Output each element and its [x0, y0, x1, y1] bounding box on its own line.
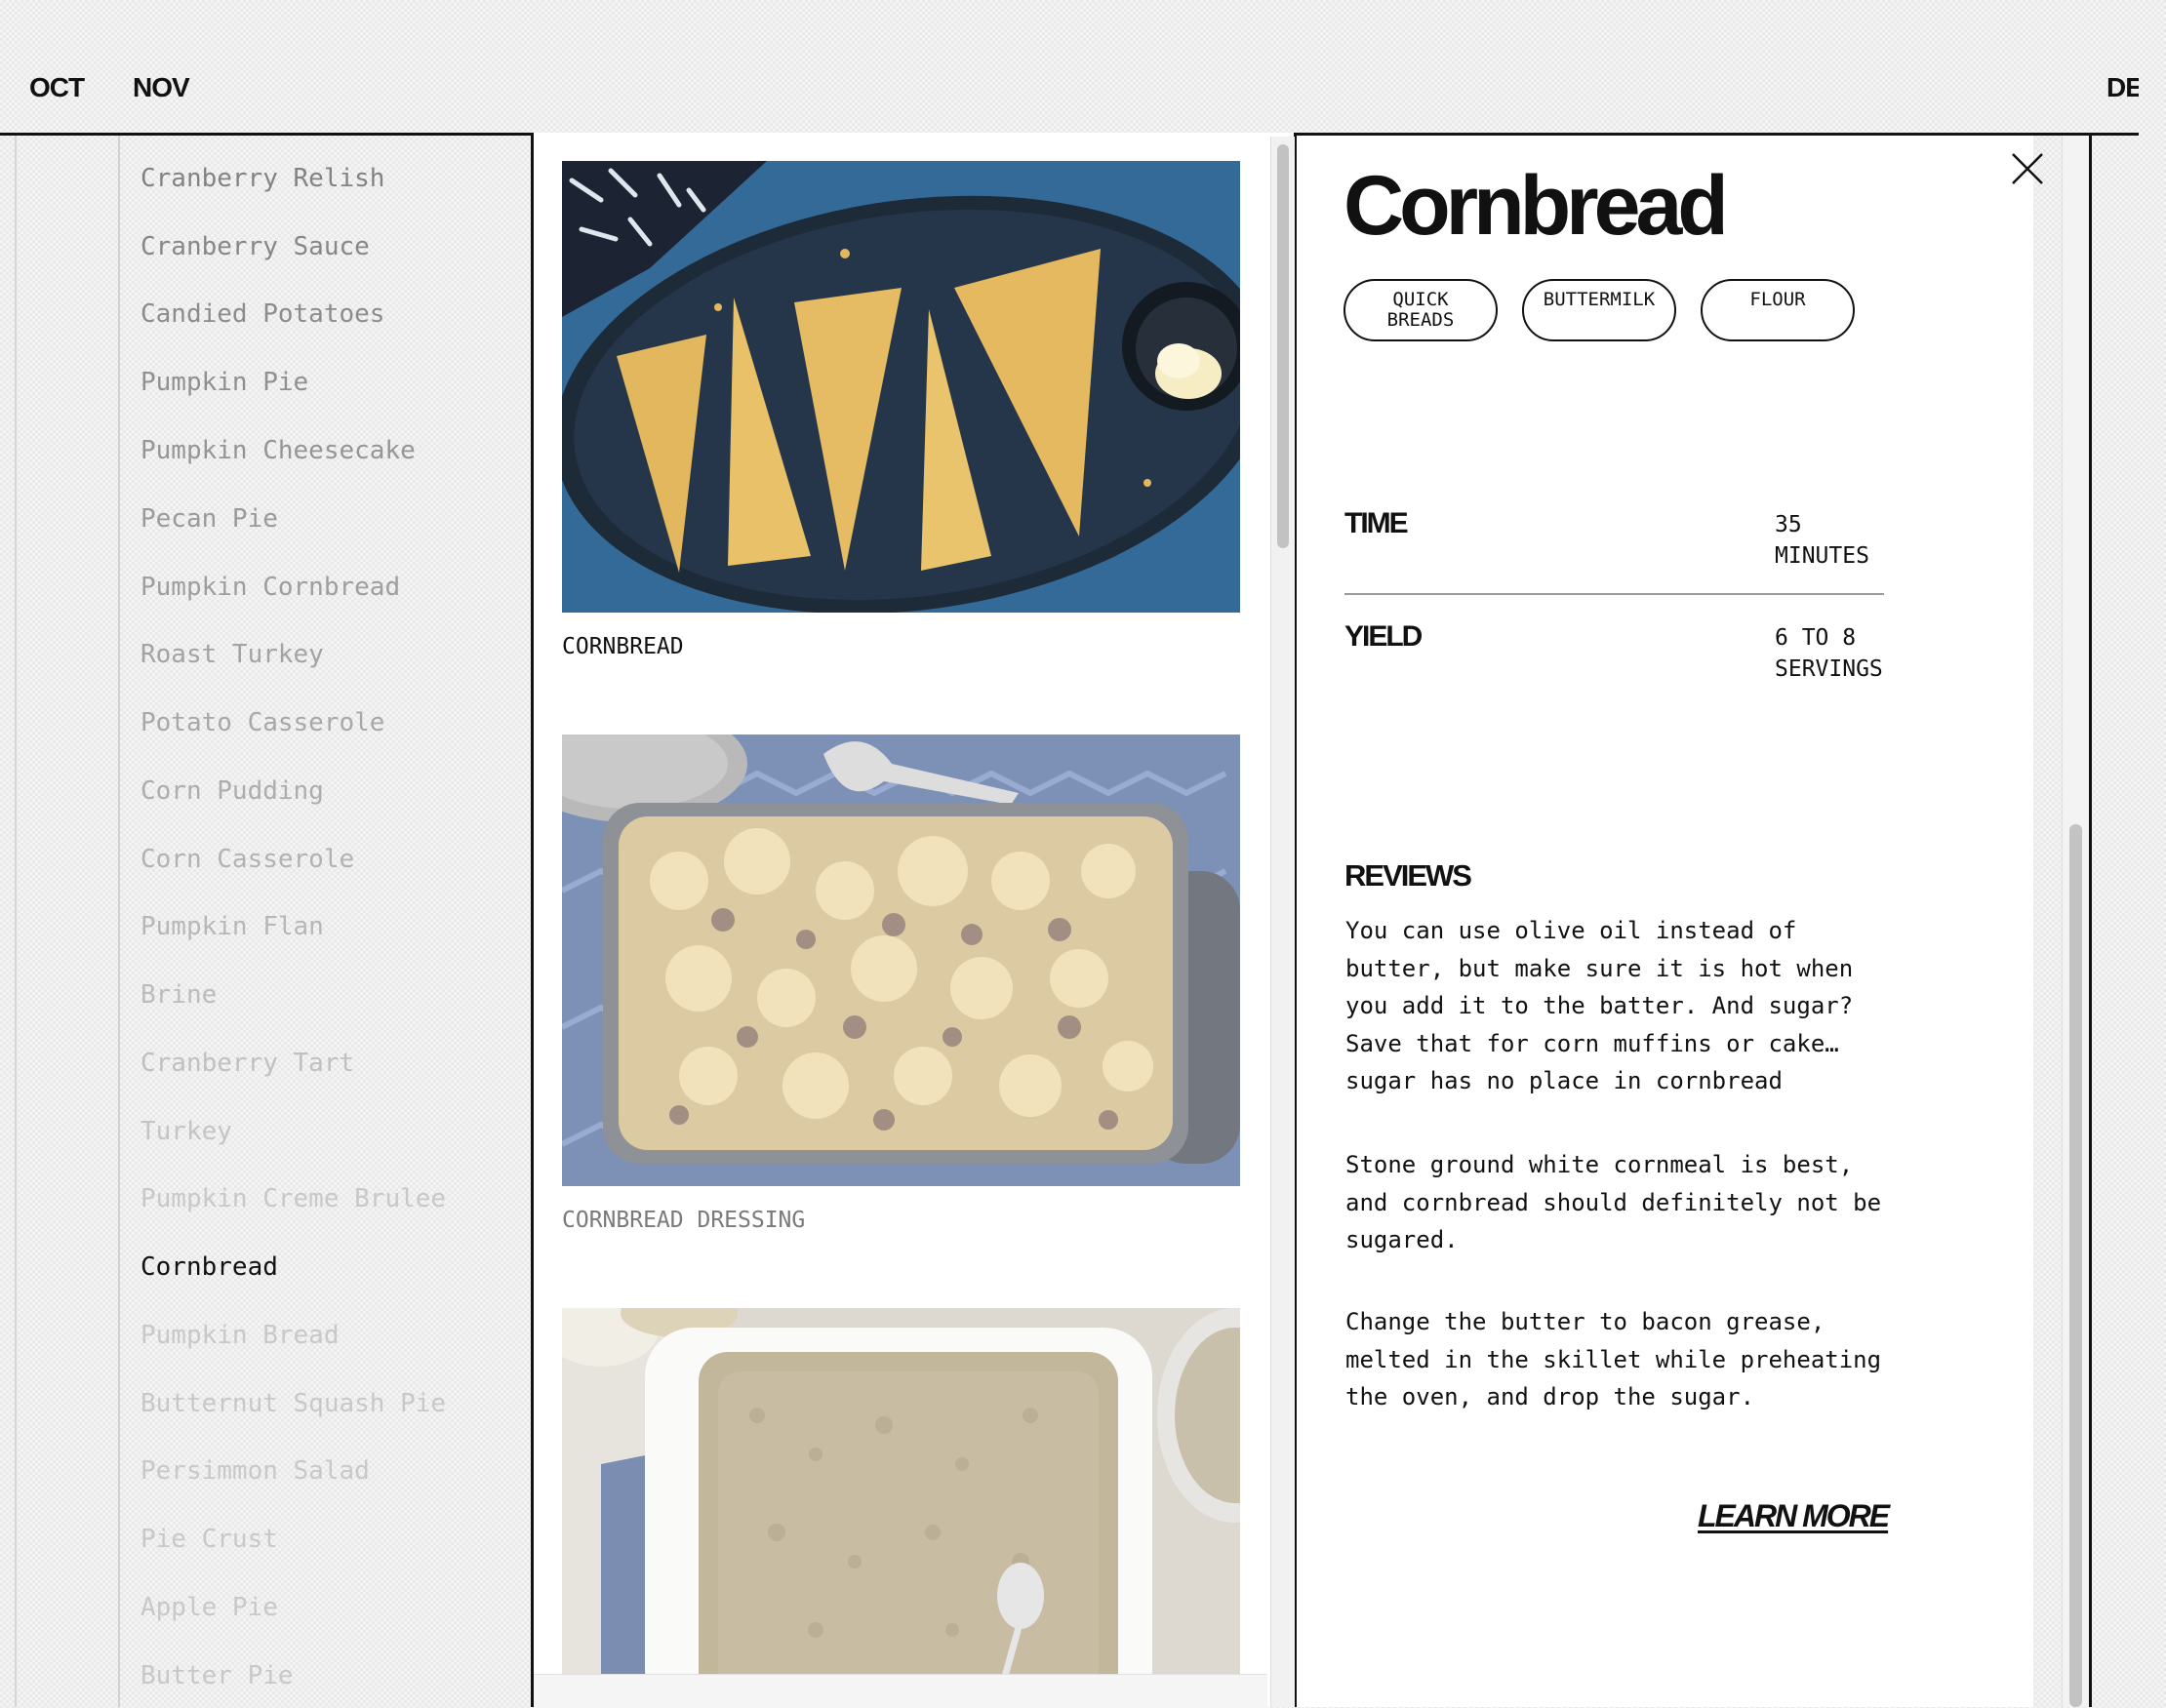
review-text: Stone ground white cornmeal is best, and…	[1345, 1151, 1882, 1253]
tag-label: BUTTERMILK	[1543, 289, 1656, 310]
left-gutter-rule	[15, 136, 17, 1707]
tag-flour[interactable]: FLOUR	[1701, 279, 1855, 341]
recipe-list-item[interactable]: Pumpkin Flan	[140, 912, 324, 941]
yield-value-line: SERVINGS	[1775, 656, 1883, 682]
yield-label: YIELD	[1344, 620, 1423, 653]
stuffing-photo[interactable]	[562, 1308, 1240, 1674]
time-value-line: MINUTES	[1775, 543, 1869, 569]
recipe-list-item[interactable]: Brine	[140, 980, 217, 1010]
recipe-gallery: CORNBREAD CORNBREAD DRESSING	[531, 133, 1297, 1708]
yield-value-line: 6 TO 8	[1775, 625, 1857, 651]
recipe-list-item[interactable]: Potato Casserole	[140, 708, 384, 737]
recipe-list-item[interactable]: Turkey	[140, 1117, 232, 1146]
recipe-list-item[interactable]: Cranberry Relish	[140, 164, 384, 193]
tag-buttermilk[interactable]: BUTTERMILK	[1522, 279, 1676, 341]
cornbread-dressing-photo[interactable]	[562, 735, 1240, 1186]
tag-label: FLOUR	[1749, 289, 1806, 310]
card-label[interactable]: CORNBREAD DRESSING	[562, 1208, 805, 1233]
recipe-list-item[interactable]: Cranberry Tart	[140, 1049, 354, 1078]
recipe-list-item[interactable]: Pumpkin Creme Brulee	[140, 1184, 446, 1213]
recipe-list-item[interactable]: Apple Pie	[140, 1593, 278, 1622]
learn-more-link[interactable]: LEARN MORE	[1698, 1498, 1890, 1534]
review-text: Change the butter to bacon grease, melte…	[1345, 1308, 1882, 1410]
recipe-list-item-active[interactable]: Cornbread	[140, 1252, 278, 1282]
recipe-title: Cornbread	[1344, 159, 1729, 253]
recipe-list-item[interactable]: Pumpkin Pie	[140, 368, 308, 397]
reviews-heading: REVIEWS	[1344, 858, 1472, 893]
month-oct[interactable]: OCT	[29, 72, 85, 103]
detail-scrollbar-thumb[interactable]	[2069, 824, 2082, 1707]
recipe-list-item[interactable]: Butternut Squash Pie	[140, 1389, 446, 1418]
gallery-scrollbar-thumb[interactable]	[1277, 144, 1289, 548]
recipe-list-item[interactable]: Cranberry Sauce	[140, 232, 370, 261]
tag-quick-breads[interactable]: QUICK BREADS	[1344, 279, 1498, 341]
month-nov[interactable]: NOV	[133, 72, 190, 103]
month-dec[interactable]: DE	[2106, 72, 2139, 103]
recipe-list-item[interactable]: Pumpkin Cornbread	[140, 573, 400, 602]
time-value-line: 35	[1775, 512, 1802, 537]
right-rule	[2089, 133, 2092, 1707]
yield-value: 6 TO 8 SERVINGS	[1775, 622, 1970, 685]
recipe-list-item[interactable]: Corn Pudding	[140, 776, 324, 806]
list-rule	[118, 136, 120, 1707]
gallery-footer	[534, 1674, 1267, 1708]
tag-label: BREADS	[1386, 309, 1455, 331]
recipe-list-item[interactable]: Butter Pie	[140, 1661, 294, 1690]
close-icon[interactable]	[2009, 150, 2046, 187]
cornbread-photo[interactable]	[562, 161, 1240, 613]
time-value: 35 MINUTES	[1775, 509, 1970, 572]
meta-divider	[1344, 593, 1884, 595]
recipe-list-item[interactable]: Persimmon Salad	[140, 1456, 370, 1486]
tag-label: QUICK	[1392, 289, 1449, 310]
recipe-list-item[interactable]: Pie Crust	[140, 1525, 278, 1554]
detail-scrollbar[interactable]	[2062, 136, 2090, 1707]
recipe-list-item[interactable]: Pecan Pie	[140, 504, 278, 534]
review-text: You can use olive oil instead of butter,…	[1345, 917, 1854, 1094]
gallery-scrollbar[interactable]	[1270, 137, 1295, 1707]
card-label[interactable]: CORNBREAD	[562, 634, 684, 659]
recipe-list-item[interactable]: Pumpkin Cheesecake	[140, 436, 416, 465]
recipe-list-item[interactable]: Pumpkin Bread	[140, 1321, 340, 1350]
recipe-list-item[interactable]: Roast Turkey	[140, 640, 324, 669]
time-label: TIME	[1344, 507, 1409, 539]
recipe-list-item[interactable]: Candied Potatoes	[140, 299, 384, 329]
recipe-list-item[interactable]: Corn Casserole	[140, 845, 354, 874]
